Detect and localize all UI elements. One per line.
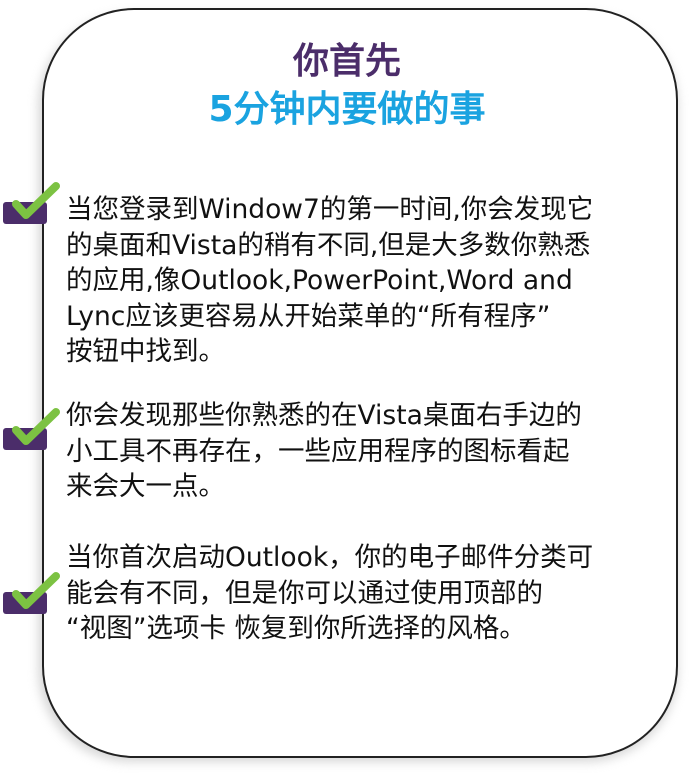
text-line: 当您登录到Window7的第一时间,你会发现它 bbox=[66, 194, 594, 225]
bullet-text-2: 你会发现那些你熟悉的在Vista桌面右手边的 小工具不再存在，一些应用程序的图标… bbox=[66, 398, 666, 505]
title-line-1: 你首先 bbox=[292, 41, 401, 82]
text-line: 的应用,像Outlook,PowerPoint,Word and bbox=[66, 265, 573, 296]
checkmark-icon bbox=[2, 182, 60, 226]
text-line: 你会发现那些你熟悉的在Vista桌面右手边的 bbox=[66, 400, 582, 431]
text-line: 小工具不再存在，一些应用程序的图标看起 bbox=[66, 435, 570, 467]
text-line: “视图”选项卡 恢复到你所选择的风格。 bbox=[66, 613, 526, 644]
text-line: 按钮中找到。 bbox=[66, 336, 225, 367]
text-line: 能会有不同，但是你可以通过使用顶部的 bbox=[66, 577, 543, 609]
text-line: Lync应该更容易从开始菜单的“所有程序” bbox=[66, 300, 551, 332]
title-line-2: 5分钟内要做的事 bbox=[208, 89, 486, 130]
checkmark-icon bbox=[2, 572, 60, 616]
bullet-text-1: 当您登录到Window7的第一时间,你会发现它 的桌面和Vista的稍有不同,但… bbox=[66, 192, 666, 370]
checkmark-icon bbox=[2, 408, 60, 452]
bullet-text-3: 当你首次启动Outlook，你的电子邮件分类可 能会有不同，但是你可以通过使用顶… bbox=[66, 540, 666, 647]
text-line: 当你首次启动Outlook，你的电子邮件分类可 bbox=[66, 542, 594, 573]
text-line: 的桌面和Vista的稍有不同,但是大多数你熟悉 bbox=[66, 229, 591, 261]
text-line: 来会大一点。 bbox=[66, 471, 225, 502]
